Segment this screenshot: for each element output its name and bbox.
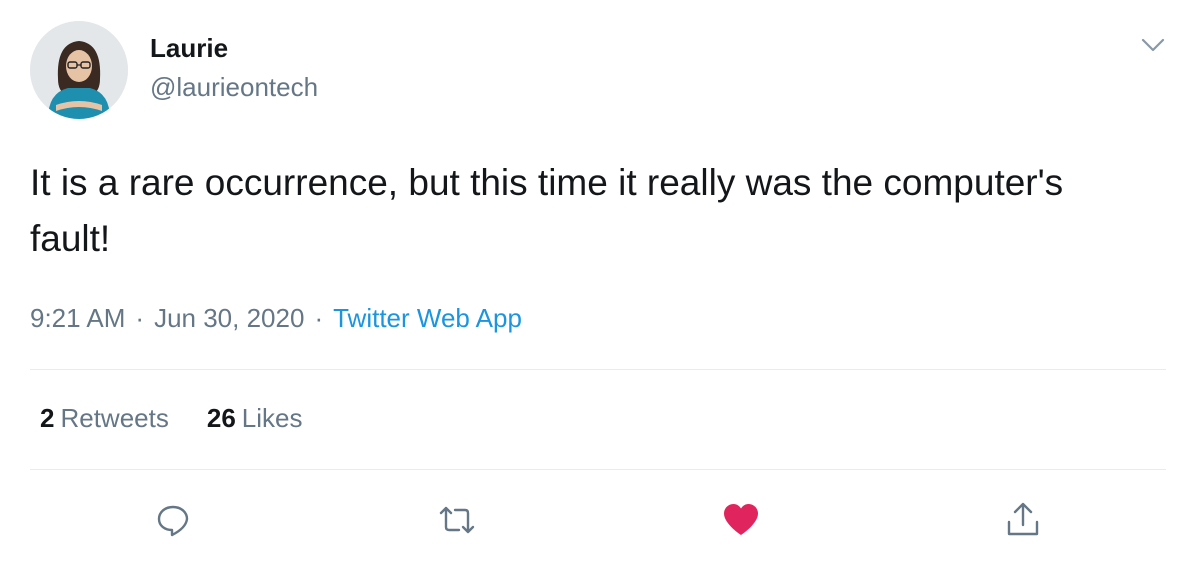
likes-label: Likes	[241, 403, 303, 433]
tweet-card: Laurie @laurieontech It is a rare occurr…	[0, 0, 1196, 567]
retweets-count: 2	[40, 403, 55, 433]
author-handle[interactable]: @laurieontech	[150, 72, 318, 103]
speech-bubble-icon	[157, 505, 189, 537]
profile-photo-icon	[30, 21, 128, 119]
retweets-stat[interactable]: 2 Retweets	[40, 403, 169, 434]
retweets-label: Retweets	[60, 403, 169, 433]
tweet-text: It is a rare occurrence, but this time i…	[30, 162, 1064, 259]
retweet-arrows-icon	[439, 506, 475, 534]
avatar[interactable]	[30, 21, 128, 119]
tweet-metadata: 9:21 AM · Jun 30, 2020 · Twitter Web App	[30, 303, 522, 334]
likes-count: 26	[206, 403, 236, 433]
divider	[30, 469, 1166, 470]
reply-button[interactable]	[153, 500, 193, 540]
tweet-time[interactable]: 9:21 AM	[30, 303, 125, 333]
meta-separator: ·	[135, 303, 145, 333]
tweet-source-link[interactable]: Twitter Web App	[333, 303, 522, 333]
meta-separator: ·	[314, 303, 324, 333]
engagement-stats: 2 Retweets 26 Likes	[40, 403, 302, 434]
divider	[30, 369, 1166, 370]
retweet-button[interactable]	[437, 500, 477, 540]
heart-icon	[724, 504, 758, 535]
share-button[interactable]	[1003, 500, 1043, 540]
chevron-down-icon[interactable]	[1138, 30, 1168, 60]
likes-stat[interactable]: 26 Likes	[207, 403, 303, 434]
share-upload-icon	[1007, 502, 1039, 536]
author-name[interactable]: Laurie	[150, 33, 228, 64]
like-button[interactable]	[721, 500, 761, 540]
tweet-date[interactable]: Jun 30, 2020	[154, 303, 304, 333]
